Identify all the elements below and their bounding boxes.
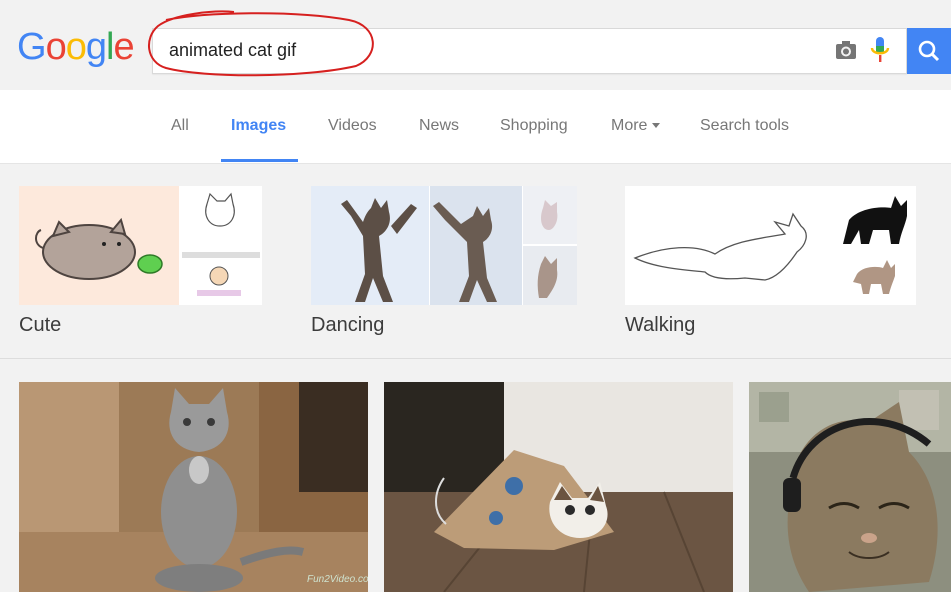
search-icon	[918, 40, 940, 62]
logo-letter: o	[45, 26, 67, 68]
cat-in-bag-image	[384, 382, 733, 592]
image-watermark: Fun2Video.co	[307, 574, 368, 585]
logo-letter: g	[85, 26, 107, 68]
results-area: Cute Dancing Walking Fun2Video.co	[0, 164, 951, 592]
image-result[interactable]	[384, 382, 733, 592]
related-search-walking[interactable]: Walking	[625, 186, 916, 336]
logo-letter: o	[65, 26, 87, 68]
active-tab-indicator	[221, 159, 298, 162]
logo-letter: e	[113, 26, 134, 68]
cute-cat-thumbnail	[19, 186, 262, 305]
microphone-icon[interactable]	[869, 36, 891, 64]
related-search-label: Walking	[625, 314, 696, 336]
tab-all[interactable]: All	[171, 117, 189, 135]
tab-shopping[interactable]: Shopping	[500, 117, 568, 135]
tab-search-tools[interactable]: Search tools	[700, 117, 789, 135]
camera-icon[interactable]	[834, 38, 858, 62]
header-bar: Google animated cat gif	[0, 0, 951, 90]
search-query-text: animated cat gif	[169, 40, 297, 60]
walking-cat-thumbnail	[625, 186, 916, 305]
search-button[interactable]	[907, 28, 951, 74]
tab-more[interactable]: More	[611, 117, 661, 135]
image-result[interactable]: Fun2Video.co	[19, 382, 368, 592]
standing-gray-cat-image	[19, 382, 368, 592]
image-result[interactable]	[749, 382, 951, 592]
related-thumbnails	[19, 186, 262, 305]
related-search-label: Dancing	[311, 314, 385, 336]
google-logo[interactable]: Google	[17, 26, 135, 69]
search-tabs: All Images Videos News Shopping More Sea…	[0, 90, 951, 164]
logo-letter: l	[105, 26, 115, 68]
caret-down-icon	[652, 123, 661, 129]
section-divider	[0, 358, 951, 359]
tab-more-label: More	[611, 117, 648, 134]
tab-videos[interactable]: Videos	[328, 117, 377, 135]
cat-with-headphones-image	[749, 382, 951, 592]
tab-images[interactable]: Images	[231, 117, 286, 135]
related-search-cute[interactable]: Cute	[19, 186, 262, 336]
tab-news[interactable]: News	[419, 117, 459, 135]
related-search-dancing[interactable]: Dancing	[311, 186, 577, 336]
related-thumbnails	[311, 186, 577, 305]
dancing-cat-thumbnail	[311, 186, 577, 305]
search-input[interactable]: animated cat gif	[152, 28, 907, 74]
logo-letter: G	[17, 26, 47, 68]
related-search-label: Cute	[19, 314, 62, 336]
related-thumbnails	[625, 186, 916, 305]
